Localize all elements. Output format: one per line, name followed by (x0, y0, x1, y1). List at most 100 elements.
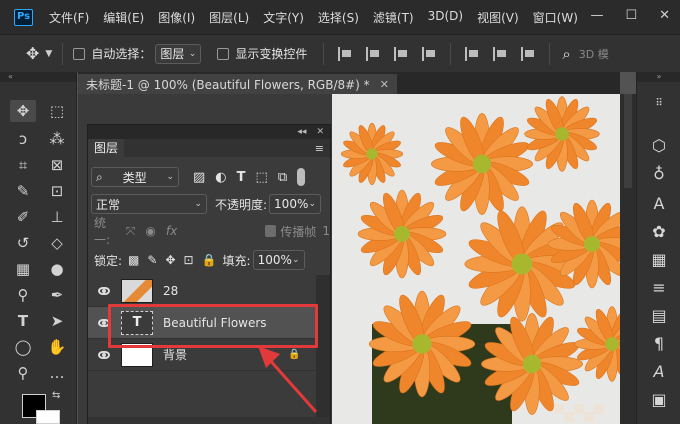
search-icon: ⌕ (96, 169, 103, 184)
right-dock: » ⠿ ⬡ ♁ A ✿ ▦ ≡ ▤ ¶ A ▣ (636, 72, 680, 424)
adjust-sliders-icon[interactable]: ≡ (649, 278, 669, 298)
align-left-icon[interactable] (338, 46, 352, 61)
align-extra-icon[interactable] (422, 46, 436, 61)
search-icon[interactable]: ⌕ (562, 45, 570, 63)
document-tab[interactable]: 未标题-1 @ 100% (Beautiful Flowers, RGB/8#)… (78, 74, 397, 94)
grid-icon[interactable]: ▦ (649, 250, 669, 270)
maximize-button[interactable]: ☐ (625, 8, 637, 23)
menu-filter[interactable]: 滤镜(T) (373, 9, 414, 26)
smart-object-filter-icon[interactable]: ⧉ (278, 170, 287, 185)
image-filter-icon[interactable]: ▨ (193, 170, 205, 185)
align-top-icon[interactable] (465, 46, 479, 61)
menu-select[interactable]: 选择(S) (318, 9, 359, 26)
flower-7 (340, 122, 404, 186)
filter-toggle-icon[interactable] (297, 168, 306, 186)
path-select-tool-icon[interactable]: ➤ (44, 310, 70, 332)
more-tools-icon[interactable]: … (44, 362, 70, 384)
eye-icon[interactable] (98, 286, 110, 295)
move-tool-icon[interactable]: ✥ (26, 44, 39, 63)
shape-filter-icon[interactable]: ⬚ (256, 170, 268, 185)
layer-name[interactable]: 背景 (163, 346, 187, 363)
frame-tool-icon[interactable]: ⊠ (44, 154, 70, 176)
align-bottom-icon[interactable] (521, 46, 535, 61)
character-style-icon[interactable]: ▣ (649, 390, 669, 410)
align-right-icon[interactable] (394, 46, 408, 61)
opacity-input[interactable]: 100% ⌄ (269, 194, 322, 214)
collapse-arrows-icon[interactable]: » (637, 72, 680, 82)
tab-layers[interactable]: 图层 (88, 139, 125, 157)
lock-transparent-icon[interactable]: ▩ (128, 253, 139, 267)
unify-position-icon[interactable]: ⤧ (126, 224, 136, 239)
menu-window[interactable]: 窗口(W) (533, 9, 578, 26)
marquee-tool-icon[interactable]: ⬚ (44, 100, 70, 122)
menu-file[interactable]: 文件(F) (49, 9, 89, 26)
layer-name[interactable]: 28 (163, 284, 178, 298)
minimize-button[interactable]: — (590, 8, 603, 23)
magic-wand-tool-icon[interactable]: ⁂ (44, 128, 70, 150)
glyphs-icon[interactable]: A (649, 362, 669, 382)
swatches-palette-icon[interactable]: ✿ (649, 222, 669, 242)
eraser-tool-icon[interactable]: ◇ (44, 232, 70, 254)
filter-kind-dropdown[interactable]: ⌕ 类型 ⌄ (91, 167, 179, 187)
menu-edit[interactable]: 编辑(E) (103, 9, 144, 26)
fill-input[interactable]: 100% ⌄ (252, 250, 305, 270)
history-brush-icon[interactable]: ↺ (10, 232, 36, 254)
propagate-frame-checkbox[interactable] (265, 225, 277, 237)
lock-position-icon[interactable]: ✥ (165, 253, 175, 267)
adjustment-filter-icon[interactable]: ◐ (215, 170, 226, 185)
lightbulb-icon[interactable]: ♁ (649, 164, 669, 184)
blur-tool-icon[interactable]: ● (44, 258, 70, 280)
crop-tool-icon[interactable]: ⌗ (10, 154, 36, 176)
tool-preset-chevron-icon[interactable]: ▼ (45, 49, 52, 59)
type-filter-icon[interactable]: T (237, 170, 246, 185)
close-icon[interactable]: ✕ (316, 127, 324, 137)
paragraph-icon[interactable]: ¶ (649, 334, 669, 354)
canvas-image[interactable] (332, 94, 620, 424)
zoom-tool-icon[interactable]: ⚲ (10, 362, 36, 384)
character-panel-icon[interactable]: A (649, 194, 669, 214)
pen-tool-icon[interactable]: ✒ (44, 284, 70, 306)
show-transform-checkbox[interactable] (217, 47, 230, 60)
vertical-scrollbar[interactable] (620, 94, 636, 424)
eyedropper-tool-icon[interactable]: ✎ (10, 180, 36, 202)
unify-visibility-icon[interactable]: ◉ (145, 224, 155, 238)
close-tab-icon[interactable]: ✕ (380, 78, 389, 91)
dodge-tool-icon[interactable]: ⚲ (10, 284, 36, 306)
document-icon[interactable]: ▤ (649, 306, 669, 326)
lock-all-icon[interactable]: 🔒 (202, 253, 217, 267)
hand-tool-icon[interactable]: ✋ (44, 336, 70, 358)
panel-menu-icon[interactable]: ≡ (315, 142, 324, 155)
menu-image[interactable]: 图像(I) (158, 9, 195, 26)
brush-tool-icon[interactable]: ✐ (10, 206, 36, 228)
menu-type[interactable]: 文字(Y) (263, 9, 304, 26)
eye-icon[interactable] (98, 350, 110, 359)
unify-style-icon[interactable]: fx (166, 224, 177, 238)
move-tool-icon[interactable]: ✥ (10, 100, 36, 122)
menu-3d[interactable]: 3D(D) (428, 9, 463, 26)
menu-layer[interactable]: 图层(L) (209, 9, 249, 26)
close-button[interactable]: ✕ (659, 8, 670, 23)
auto-select-dropdown[interactable]: 图层 ⌄ (155, 43, 202, 64)
mode-3d-label[interactable]: 3D 模 (579, 46, 609, 62)
panel-grip-icon[interactable]: ⠿ (649, 94, 669, 114)
3d-cube-icon[interactable]: ⬡ (649, 136, 669, 156)
layer-row-28[interactable]: 28 (88, 275, 316, 307)
background-color-swatch[interactable] (36, 410, 60, 424)
lock-image-icon[interactable]: ✎ (147, 253, 157, 267)
collapse-arrows-icon[interactable]: ◂◂ (297, 127, 306, 137)
patch-tool-icon[interactable]: ⊡ (44, 180, 70, 202)
auto-select-checkbox[interactable] (73, 47, 86, 60)
menu-list: 文件(F) 编辑(E) 图像(I) 图层(L) 文字(Y) 选择(S) 滤镜(T… (49, 9, 592, 26)
swap-colors-icon[interactable]: ⇆ (52, 390, 60, 401)
lock-artboard-icon[interactable]: ⊡ (184, 253, 194, 267)
menu-view[interactable]: 视图(V) (477, 9, 519, 26)
type-tool-icon[interactable]: T (10, 310, 36, 332)
stamp-tool-icon[interactable]: ⊥ (44, 206, 70, 228)
blend-mode-dropdown[interactable]: 正常 ⌄ (91, 194, 207, 214)
align-hcenter-icon[interactable] (366, 46, 380, 61)
lasso-tool-icon[interactable]: ↄ (10, 128, 36, 150)
collapse-arrows-icon[interactable]: « (0, 72, 76, 82)
shape-tool-icon[interactable]: ◯ (10, 336, 36, 358)
align-vcenter-icon[interactable] (493, 46, 507, 61)
gradient-tool-icon[interactable]: ▦ (10, 258, 36, 280)
